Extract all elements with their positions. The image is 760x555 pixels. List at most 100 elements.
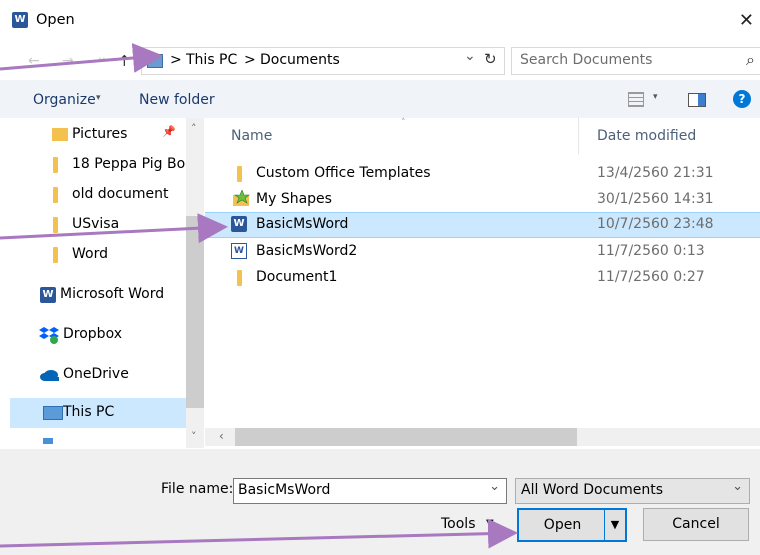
network-icon (43, 438, 53, 444)
search-icon[interactable]: ⌕ (746, 50, 755, 70)
file-dialog-footer: File name: BasicMsWord ⌄ All Word Docume… (0, 449, 760, 555)
scroll-left-icon[interactable]: ‹ (219, 429, 224, 443)
file-name: BasicMsWord (256, 216, 349, 232)
file-type-value: All Word Documents (521, 482, 664, 498)
refresh-icon[interactable]: ↻ (484, 50, 497, 68)
cancel-button[interactable]: Cancel (643, 508, 749, 541)
title-bar: W Open ✕ (0, 0, 760, 43)
close-icon[interactable]: ✕ (739, 10, 754, 31)
folder-icon (53, 217, 58, 233)
sidebar-item-microsoft-word[interactable]: W Microsoft Word (10, 280, 190, 310)
file-name-label: File name: (161, 481, 234, 497)
sidebar-item-label: USvisa (72, 216, 120, 232)
file-name-dropdown-icon[interactable]: ⌄ (489, 479, 500, 494)
breadcrumb-this-pc[interactable]: This PC (186, 52, 237, 68)
column-header-date-modified[interactable]: Date modified (597, 128, 696, 144)
address-separator: > (244, 52, 256, 68)
file-name: My Shapes (256, 191, 332, 207)
onedrive-icon (40, 370, 59, 381)
tools-caret-icon[interactable]: ▼ (486, 518, 494, 529)
scroll-thumb[interactable] (235, 428, 577, 446)
help-icon[interactable]: ? (733, 90, 751, 108)
window-title: Open (36, 12, 75, 28)
sidebar-item-label: OneDrive (63, 366, 129, 382)
sidebar-item-network-partial[interactable] (10, 436, 190, 448)
new-folder-button[interactable]: New folder (139, 92, 215, 108)
folder-icon (53, 157, 58, 173)
file-row-basicmsword[interactable]: W BasicMsWord 10/7/2560 23:48 (205, 212, 760, 238)
cancel-button-label: Cancel (672, 516, 720, 532)
sidebar-item-label: This PC (63, 404, 115, 420)
navigation-scrollbar[interactable]: ˄ ˅ (186, 118, 204, 448)
address-dropdown-icon[interactable]: ⌄ (464, 48, 476, 64)
sidebar-item-usvisa[interactable]: USvisa (10, 210, 190, 240)
file-row-basicmsword2[interactable]: W BasicMsWord2 11/7/2560 0:13 (205, 239, 760, 263)
open-options-button[interactable]: ▼ (604, 508, 627, 542)
organize-button[interactable]: Organize (33, 92, 96, 108)
up-arrow-icon[interactable]: ↑ (118, 52, 131, 70)
pictures-folder-icon (52, 128, 68, 141)
file-name: Document1 (256, 269, 338, 285)
address-bar[interactable]: > This PC > Documents ⌄ ↻ (141, 47, 505, 75)
search-placeholder: Search Documents (520, 52, 653, 68)
view-options-icon[interactable] (628, 92, 644, 107)
file-date: 10/7/2560 23:48 (597, 216, 714, 232)
column-header-name[interactable]: Name (231, 128, 272, 144)
view-caret-icon[interactable]: ▾ (653, 92, 658, 102)
scroll-thumb[interactable] (186, 216, 204, 408)
dropbox-icon (39, 327, 59, 344)
folder-icon (53, 187, 58, 203)
sort-indicator-icon: ˄ (401, 118, 406, 128)
forward-arrow-icon[interactable]: → (62, 53, 74, 69)
file-date: 13/4/2560 21:31 (597, 165, 714, 181)
shapes-folder-icon (233, 190, 250, 206)
sidebar-item-this-pc[interactable]: This PC (10, 398, 190, 428)
organize-caret-icon: ▾ (96, 93, 101, 103)
sidebar-item-word[interactable]: Word (10, 240, 190, 270)
file-date: 11/7/2560 0:13 (597, 243, 705, 259)
pin-icon: 📌 (162, 125, 176, 138)
this-pc-icon (147, 54, 163, 68)
sidebar-item-label: Pictures (72, 126, 128, 142)
word-icon: W (40, 287, 56, 303)
scroll-up-icon[interactable]: ˄ (191, 122, 197, 135)
word-doc-icon: W (231, 243, 247, 259)
sidebar-item-onedrive[interactable]: OneDrive (10, 360, 190, 390)
column-divider (578, 118, 579, 154)
file-row-document1[interactable]: Document1 11/7/2560 0:27 (205, 265, 760, 289)
folder-icon (237, 270, 242, 286)
recent-locations-icon[interactable]: ⌄ (96, 49, 108, 65)
sidebar-item-pictures[interactable]: Pictures 📌 (10, 120, 190, 150)
file-name: BasicMsWord2 (256, 243, 358, 259)
word-doc-icon: W (231, 216, 247, 232)
breadcrumb-documents[interactable]: Documents (260, 52, 340, 68)
word-app-icon: W (12, 12, 28, 28)
file-type-select[interactable]: All Word Documents ⌄ (515, 478, 750, 504)
sidebar-item-label: Dropbox (63, 326, 122, 342)
open-button-label: Open (543, 517, 582, 533)
sidebar-item-label: Microsoft Word (60, 286, 165, 302)
file-date: 11/7/2560 0:27 (597, 269, 705, 285)
sidebar-item-peppa[interactable]: 18 Peppa Pig Boo (10, 150, 190, 180)
scroll-down-icon[interactable]: ˅ (191, 430, 197, 443)
address-separator: > (170, 52, 182, 68)
sidebar-item-label: old document (72, 186, 169, 202)
file-row-my-shapes[interactable]: My Shapes 30/1/2560 14:31 (205, 187, 760, 211)
file-name-value: BasicMsWord (238, 482, 331, 498)
sidebar-item-old-document[interactable]: old document (10, 180, 190, 210)
navigation-pane: Pictures 📌 18 Peppa Pig Boo old document… (10, 118, 190, 448)
file-name-input[interactable]: BasicMsWord ⌄ (233, 478, 507, 504)
sidebar-item-label: Word (72, 246, 108, 262)
preview-pane-icon[interactable] (688, 93, 706, 107)
open-button[interactable]: Open (517, 508, 608, 542)
file-name: Custom Office Templates (256, 165, 431, 181)
open-caret-icon: ▼ (610, 518, 620, 531)
back-arrow-icon[interactable]: ← (28, 53, 40, 69)
file-row-custom-office-templates[interactable]: Custom Office Templates 13/4/2560 21:31 (205, 161, 760, 185)
search-input[interactable]: Search Documents ⌕ (511, 47, 760, 75)
tools-button[interactable]: Tools (441, 516, 476, 532)
sidebar-item-dropbox[interactable]: Dropbox (10, 320, 190, 350)
sidebar-item-label: 18 Peppa Pig Boo (72, 156, 190, 172)
file-type-dropdown-icon[interactable]: ⌄ (732, 479, 743, 494)
horizontal-scrollbar[interactable]: ‹ (205, 428, 760, 446)
